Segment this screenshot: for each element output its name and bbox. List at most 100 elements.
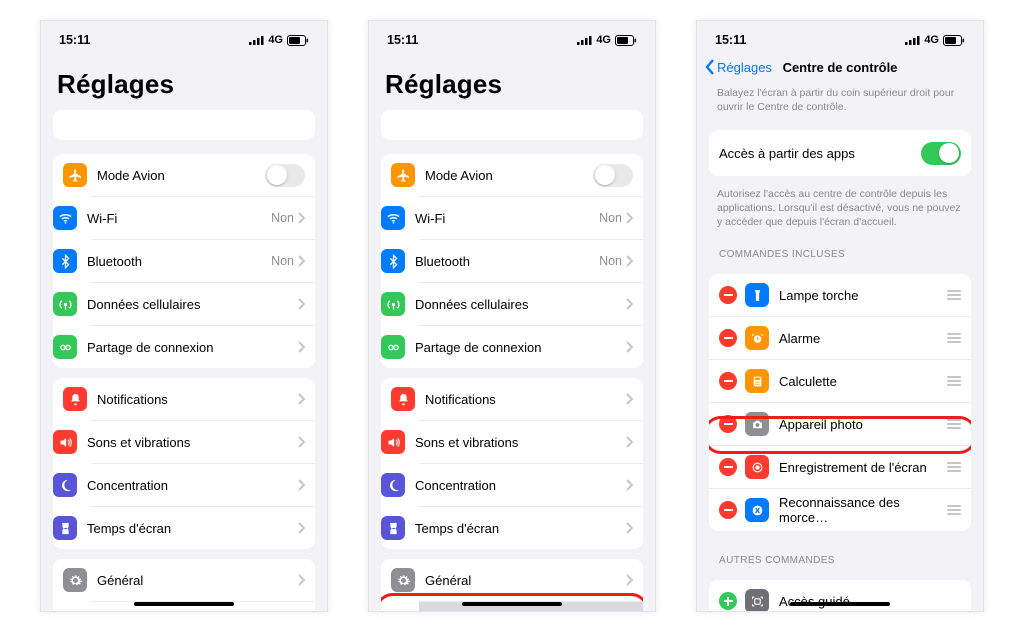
settings-group-alerts: Notifications Sons et vibrations Concent… [53,378,315,549]
gear-icon [391,568,415,592]
info-note: Autorisez l'accès au centre de contrôle … [697,186,983,235]
settings-group-alerts: Notifications Sons et vibrations Concent… [381,378,643,549]
remove-button[interactable] [719,286,737,304]
row-label: Général [97,573,298,588]
row-focus[interactable]: Concentration [91,463,315,506]
control-center-icon [381,611,405,612]
row-airplane[interactable]: Mode Avion [381,154,643,196]
included-alarm[interactable]: Alarme [709,316,971,359]
remove-button[interactable] [719,372,737,390]
more-guided[interactable]: Accès guidé [709,580,971,612]
included-shazam[interactable]: Reconnaissance des morce… [709,488,971,531]
remove-button[interactable] [719,458,737,476]
row-wifi[interactable]: Wi-Fi Non [419,196,643,239]
row-bluetooth[interactable]: Bluetooth Non [419,239,643,282]
chevron-right-icon [298,393,305,405]
control-center-icon [53,611,77,612]
included-calc[interactable]: Calculette [709,359,971,402]
row-cellular[interactable]: Données cellulaires [419,282,643,325]
hotspot-icon [53,335,77,359]
chevron-right-icon [298,255,305,267]
chevron-right-icon [626,255,633,267]
network-label: 4G [924,34,939,46]
reorder-handle[interactable] [947,376,961,386]
included-screen-record[interactable]: Enregistrement de l'écran [709,445,971,488]
remove-button[interactable] [719,415,737,433]
access-group: Accès à partir des apps [709,130,971,176]
search-input[interactable] [381,110,643,140]
remove-button[interactable] [719,501,737,519]
reorder-handle[interactable] [947,290,961,300]
remove-button[interactable] [719,329,737,347]
included-torch[interactable]: Lampe torche [709,274,971,316]
row-label: Lampe torche [779,288,941,303]
notifications-icon [63,387,87,411]
row-focus[interactable]: Concentration [419,463,643,506]
chevron-right-icon [298,341,305,353]
settings-group-connectivity: Mode Avion Wi-Fi Non Bluetooth Non Donné… [53,154,315,368]
row-general[interactable]: Général [381,559,643,601]
row-label: Sons et vibrations [87,435,298,450]
access-toggle[interactable] [921,142,961,165]
reorder-handle[interactable] [947,505,961,515]
camera-icon [745,412,769,436]
row-airplane[interactable]: Mode Avion [53,154,315,196]
row-label: Bluetooth [415,254,599,269]
chevron-right-icon [626,574,633,586]
add-button[interactable] [719,592,737,610]
row-label: Données cellulaires [87,297,298,312]
chevron-right-icon [298,522,305,534]
guided-access-icon [745,589,769,612]
reorder-handle[interactable] [947,462,961,472]
row-label: Calculette [779,374,941,389]
bluetooth-icon [53,249,77,273]
airplane-toggle[interactable] [593,164,633,187]
page-title: Réglages [369,55,655,106]
row-bluetooth[interactable]: Bluetooth Non [91,239,315,282]
cellular-icon [53,292,77,316]
row-sounds[interactable]: Sons et vibrations [419,420,643,463]
airplane-icon [391,163,415,187]
reorder-handle[interactable] [947,419,961,429]
row-general[interactable]: Général [53,559,315,601]
signal-icon [249,35,264,45]
row-wifi[interactable]: Wi-Fi Non [91,196,315,239]
row-hotspot[interactable]: Partage de connexion [419,325,643,368]
status-bar: 15:11 4G [41,21,327,55]
wifi-icon [53,206,77,230]
status-time: 15:11 [387,33,418,47]
signal-icon [577,35,592,45]
row-label: Sons et vibrations [415,435,626,450]
row-label: Temps d'écran [87,521,298,536]
screentime-icon [53,516,77,540]
row-notifications[interactable]: Notifications [53,378,315,420]
nav-title: Centre de contrôle [697,60,983,75]
chevron-right-icon [626,298,633,310]
row-access-apps[interactable]: Accès à partir des apps [709,130,971,176]
airplane-toggle[interactable] [265,164,305,187]
chevron-right-icon [298,298,305,310]
airplane-icon [63,163,87,187]
home-indicator[interactable] [134,602,234,606]
row-screentime[interactable]: Temps d'écran [419,506,643,549]
row-cellular[interactable]: Données cellulaires [91,282,315,325]
search-input[interactable] [53,110,315,140]
row-hotspot[interactable]: Partage de connexion [91,325,315,368]
row-screentime[interactable]: Temps d'écran [91,506,315,549]
notifications-icon [391,387,415,411]
settings-group-connectivity: Mode Avion Wi-Fi Non Bluetooth Non Donné… [381,154,643,368]
row-value: Non [599,254,622,268]
row-sounds[interactable]: Sons et vibrations [91,420,315,463]
torch-icon [745,283,769,307]
row-value: Non [599,211,622,225]
row-notifications[interactable]: Notifications [381,378,643,420]
included-camera[interactable]: Appareil photo [709,402,971,445]
row-label: Enregistrement de l'écran [779,460,941,475]
home-indicator[interactable] [462,602,562,606]
focus-icon [53,473,77,497]
reorder-handle[interactable] [947,333,961,343]
home-indicator[interactable] [790,602,890,606]
network-label: 4G [268,34,283,46]
screen-settings-1: 15:11 4G Réglages Mode Avion Wi-Fi Non [40,20,328,612]
status-bar: 15:11 4G [697,21,983,55]
